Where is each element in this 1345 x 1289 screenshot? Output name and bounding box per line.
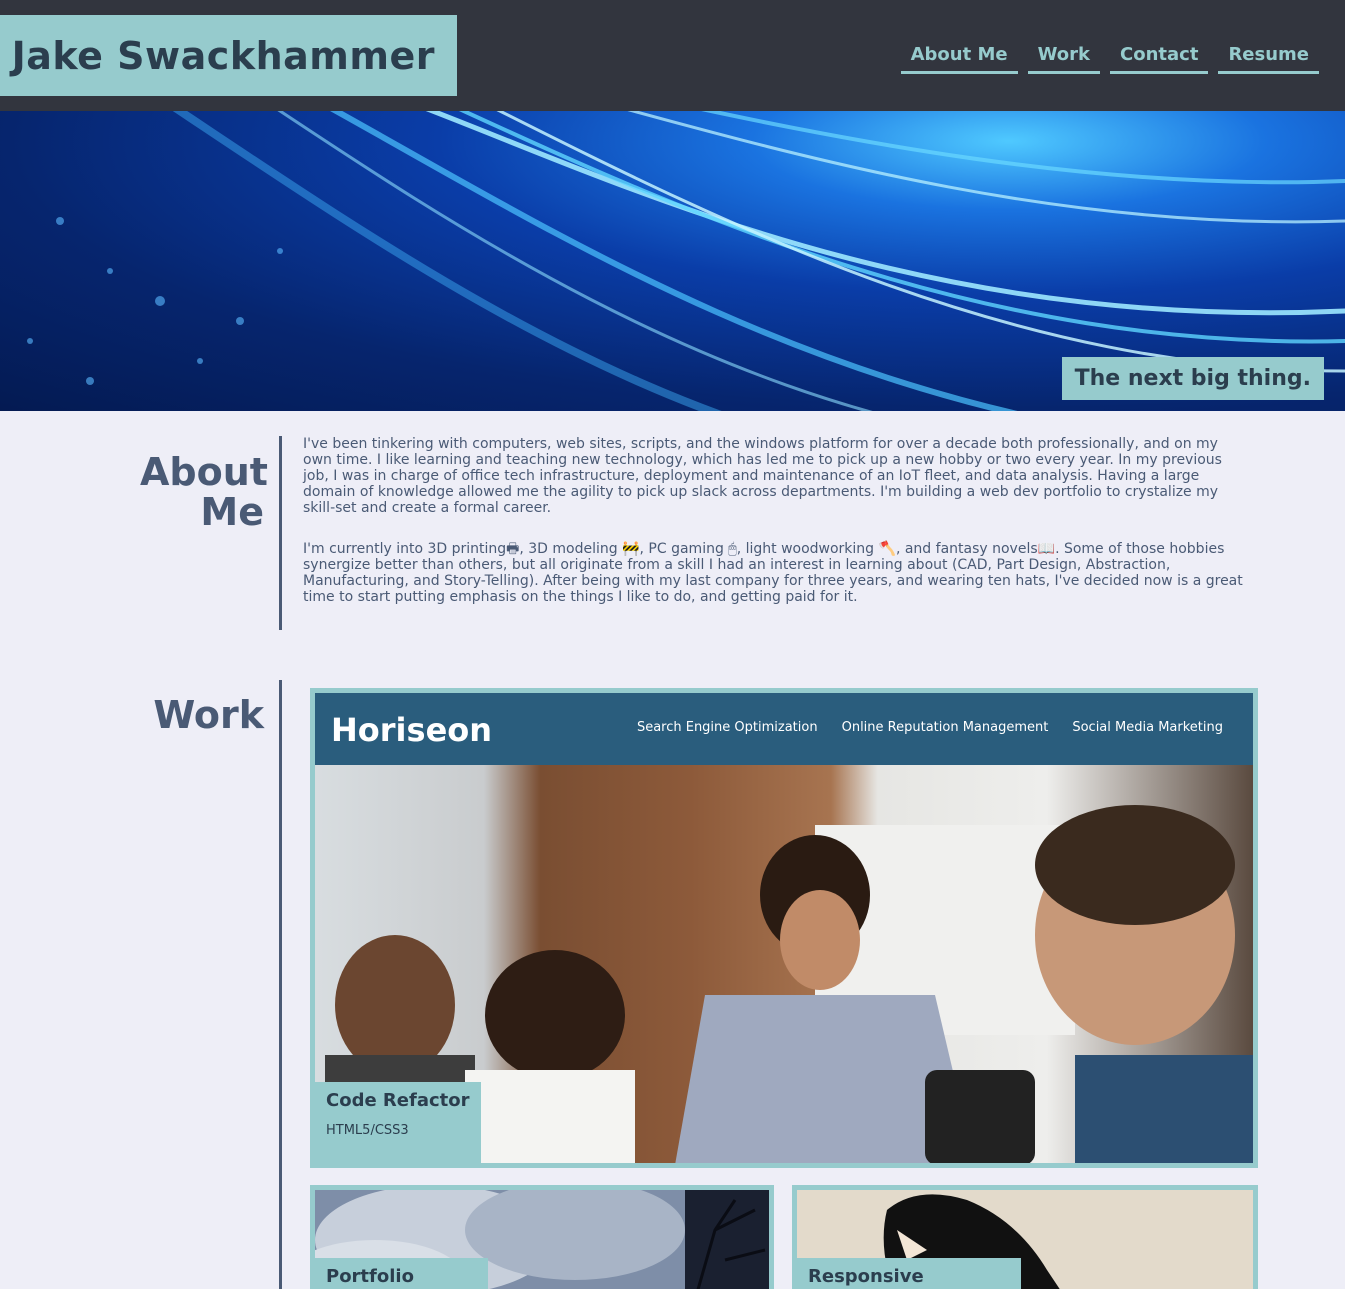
horiseon-menu-item: Search Engine Optimization bbox=[636, 720, 818, 735]
main-nav: About Me Work Contact Resume bbox=[900, 44, 1319, 74]
brand-block[interactable]: Jake Swackhammer bbox=[0, 15, 457, 96]
about-paragraph-1: I've been tinkering with computers, web … bbox=[303, 436, 1222, 516]
hero-tagline: The next big thing. bbox=[1061, 357, 1324, 400]
horiseon-menu-item: Online Reputation Management bbox=[841, 720, 1049, 735]
work-card-portfolio[interactable]: Portfolio bbox=[310, 1185, 774, 1289]
work-divider bbox=[279, 680, 282, 1289]
site-header: Jake Swackhammer About Me Work Contact R… bbox=[0, 0, 1345, 111]
about-content: I've been tinkering with computers, web … bbox=[303, 436, 1248, 630]
horiseon-menu: Search Engine Optimization Online Reputa… bbox=[637, 720, 1223, 735]
work-card-code-refactor[interactable]: Horiseon Search Engine Optimization Onli… bbox=[310, 688, 1258, 1168]
horiseon-logo: Horiseon bbox=[331, 711, 493, 749]
featured-card-label: Code Refactor HTML5/CSS3 bbox=[315, 1082, 481, 1163]
about-title: About Me bbox=[140, 452, 268, 534]
work-title: Work bbox=[153, 693, 264, 737]
portfolio-card-label: Portfolio bbox=[315, 1258, 488, 1289]
featured-card-subtitle: HTML5/CSS3 bbox=[326, 1123, 409, 1138]
about-divider bbox=[279, 436, 282, 630]
about-title-line1: About bbox=[140, 450, 268, 494]
horiseon-menu-item: Social Media Marketing bbox=[1072, 720, 1223, 735]
bootstrap-card-label: Responsive BootStrap bbox=[797, 1258, 1021, 1289]
nav-contact[interactable]: Contact bbox=[1110, 44, 1209, 74]
work-card-responsive-bootstrap[interactable]: Responsive BootStrap bbox=[792, 1185, 1258, 1289]
nav-about-me[interactable]: About Me bbox=[900, 44, 1018, 74]
nav-work[interactable]: Work bbox=[1027, 44, 1101, 74]
horiseon-header-bar: Horiseon Search Engine Optimization Onli… bbox=[315, 693, 1253, 765]
hero-banner: The next big thing. bbox=[0, 111, 1345, 411]
portfolio-card-title: Portfolio bbox=[326, 1266, 414, 1287]
featured-card-title: Code Refactor bbox=[326, 1090, 470, 1111]
about-paragraph-2: I'm currently into 3D printing🖶, 3D mode… bbox=[303, 541, 1243, 605]
brand-name[interactable]: Jake Swackhammer bbox=[12, 34, 435, 78]
nav-resume[interactable]: Resume bbox=[1218, 44, 1319, 74]
about-title-line2: Me bbox=[200, 490, 264, 534]
bootstrap-card-title: Responsive BootStrap bbox=[808, 1266, 924, 1289]
